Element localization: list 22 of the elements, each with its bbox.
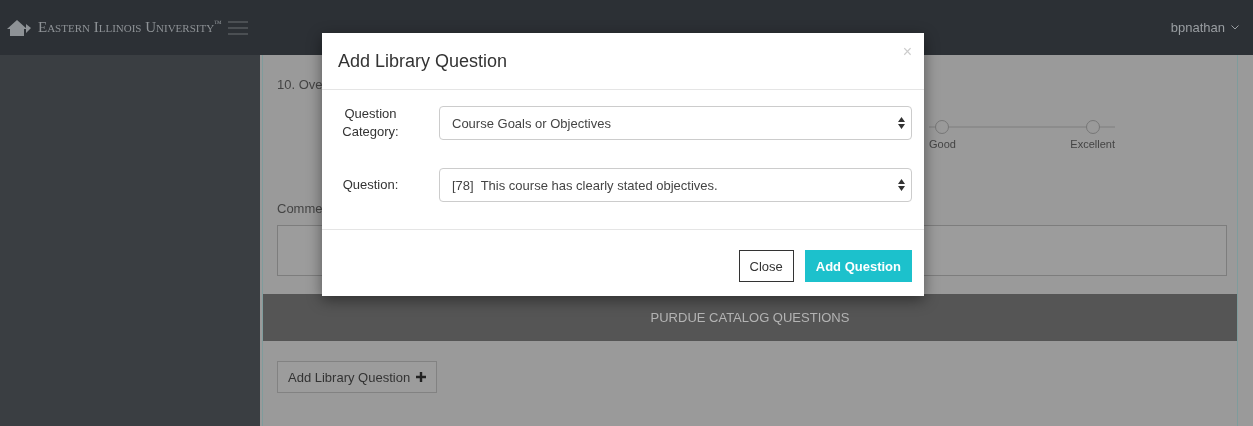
radio-button[interactable] <box>1085 120 1100 134</box>
menu-icon[interactable] <box>227 20 248 35</box>
field-label: Question: <box>341 176 400 194</box>
field-label: Question Category: <box>341 105 400 141</box>
select-field[interactable]: Course Goals or Objectives <box>439 106 912 140</box>
university-logo-text[interactable]: Eastern Illinois University$^{™}$ <box>38 19 222 36</box>
plus-icon <box>416 372 427 382</box>
section-header: PURDUE CATALOG QUESTIONS <box>263 294 1237 341</box>
select-field[interactable]: [78] This course has clearly stated objectives. <box>439 168 912 202</box>
caret-icon <box>1231 25 1239 30</box>
add-library-question-button[interactable]: Add Library Question <box>277 361 438 393</box>
rating-label: Good <box>929 138 956 150</box>
radio-button[interactable] <box>935 120 950 134</box>
house-icon <box>6 18 32 37</box>
close-button[interactable]: Close <box>738 250 794 282</box>
rating-label: Excellent <box>1070 138 1115 150</box>
comments-label: Comme <box>276 200 323 216</box>
question-text: 10. Ove <box>276 76 323 92</box>
user-menu[interactable]: bpnathan <box>1170 20 1239 35</box>
sort-arrows-icon <box>898 117 905 129</box>
dialog-title: Add Library Question <box>338 50 508 72</box>
sort-arrows-icon <box>898 179 905 191</box>
